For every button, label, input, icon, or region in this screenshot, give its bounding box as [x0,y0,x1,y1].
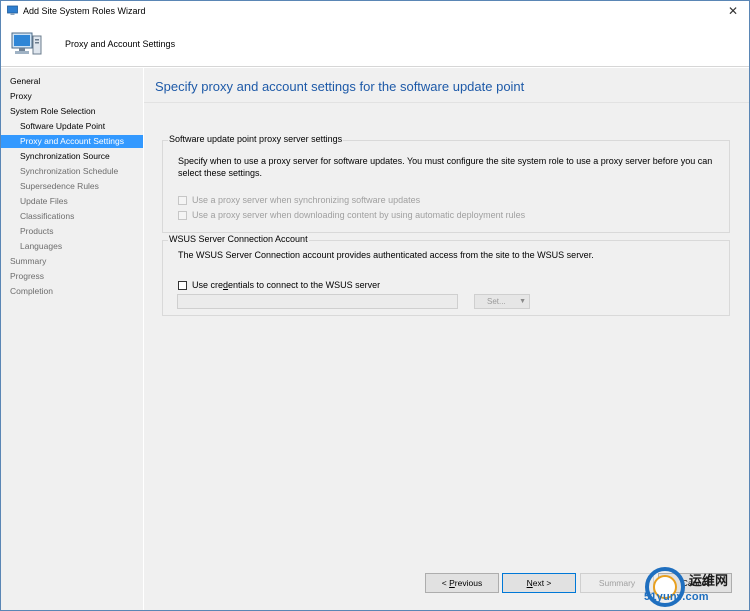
watermark-text: 运维网 [689,573,729,588]
proxy-sync-checkbox-row: Use a proxy server when synchronizing so… [178,194,420,206]
main-content: Specify proxy and account settings for t… [144,68,749,557]
sidebar-item-supersedence-rules: Supersedence Rules [20,181,99,191]
proxy-sync-checkbox [178,195,187,205]
wizard-steps-sidebar: General Proxy System Role Selection Soft… [1,68,143,610]
watermark-domain: 51yunv.com [644,591,709,603]
sidebar-item-completion: Completion [10,286,53,296]
sidebar-item-products: Products [20,226,54,236]
sidebar-item-summary: Summary [10,256,47,266]
main-heading: Specify proxy and account settings for t… [155,79,525,94]
wsus-credentials-checkbox-label: Use credentials to connect to the WSUS s… [192,280,381,290]
wsus-group-title: WSUS Server Connection Account [168,234,309,244]
set-account-button: Set... ▼ [474,294,530,309]
sidebar-item-progress: Progress [10,271,45,281]
close-button[interactable]: ✕ [723,3,743,19]
wsus-credentials-checkbox-row[interactable]: Use credentials to connect to the WSUS s… [178,279,380,291]
dropdown-arrow-icon: ▼ [519,298,526,305]
page-header: Proxy and Account Settings [1,21,749,67]
previous-button[interactable]: < Previous [425,573,499,593]
window-title: Add Site System Roles Wizard [23,6,146,16]
wsus-credentials-checkbox[interactable] [178,280,187,290]
sidebar-item-software-update-point[interactable]: Software Update Point [1,120,143,133]
proxy-sync-checkbox-label: Use a proxy server when synchronizing so… [192,195,421,205]
sidebar-item-proxy[interactable]: Proxy [1,90,143,103]
proxy-description-line1: Specify when to use a proxy server for s… [178,156,713,166]
page-title: Proxy and Account Settings [65,39,176,49]
proxy-adr-checkbox [178,210,187,220]
sidebar-item-synchronization-source[interactable]: Synchronization Source [1,150,143,163]
sidebar-item-system-role-selection[interactable]: System Role Selection [1,105,143,118]
sidebar-item-languages: Languages [20,241,63,251]
sidebar-item-synchronization-schedule: Synchronization Schedule [20,166,119,176]
title-bar: Add Site System Roles Wizard ✕ [1,1,749,21]
wsus-account-field [177,294,458,309]
proxy-adr-checkbox-row: Use a proxy server when downloading cont… [178,209,525,221]
sidebar-item-classifications: Classifications [20,211,75,221]
proxy-adr-checkbox-label: Use a proxy server when downloading cont… [192,210,526,220]
computer-monitor-icon [11,32,42,55]
heading-divider [144,102,749,103]
wizard-window: Add Site System Roles Wizard ✕ Proxy and… [0,0,750,611]
wizard-app-icon [7,5,18,15]
sidebar-item-general[interactable]: General [1,75,143,88]
proxy-group-title: Software update point proxy server setti… [168,134,344,144]
sidebar-item-proxy-and-account-settings[interactable]: Proxy and Account Settings [1,135,143,148]
proxy-settings-group: Software update point proxy server setti… [162,134,730,233]
proxy-description-line2: select these settings. [178,168,263,178]
sidebar-item-update-files: Update Files [20,196,68,206]
next-button[interactable]: Next > [502,573,576,593]
wsus-description: The WSUS Server Connection account provi… [178,250,594,260]
